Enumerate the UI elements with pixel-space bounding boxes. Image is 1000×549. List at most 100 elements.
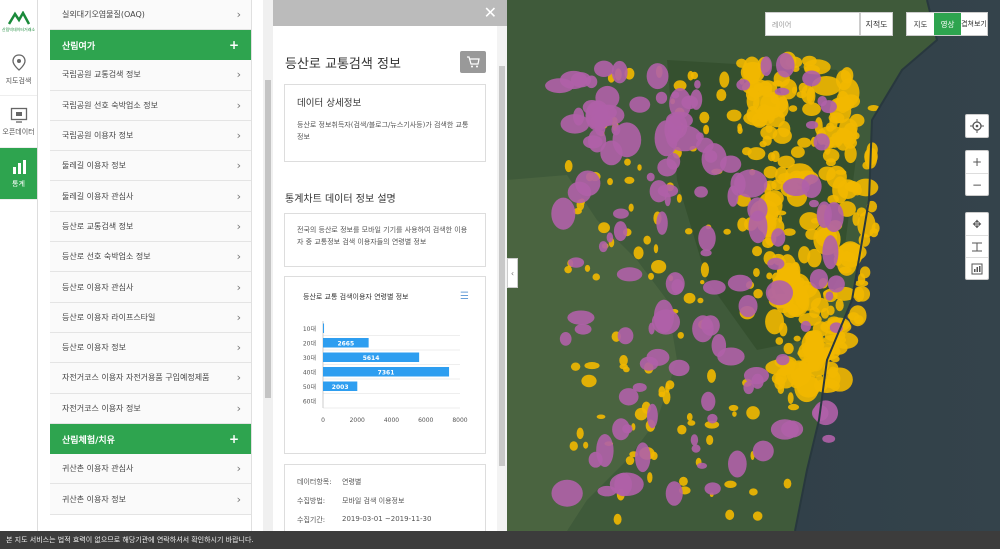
density-blob-yellow	[637, 164, 642, 171]
density-blob-purple	[809, 269, 829, 290]
map-type-map[interactable]: 지도	[907, 13, 934, 35]
close-icon[interactable]: ✕	[484, 3, 497, 22]
panel-collapse-button[interactable]: ‹	[507, 258, 518, 288]
y-tick-label: 40대	[303, 368, 316, 376]
x-tick-label: 0	[321, 417, 325, 424]
density-blob-purple	[598, 241, 608, 253]
chevron-right-icon: ›	[236, 371, 241, 385]
list-item[interactable]: 등산로 선호 숙박업소 정보 ›	[50, 242, 251, 273]
category-header[interactable]: 산림체험/치유 +	[50, 423, 251, 455]
cart-button[interactable]	[460, 51, 486, 73]
density-blob-yellow	[613, 513, 622, 525]
density-blob-purple	[651, 309, 681, 335]
data-label: 5614	[363, 355, 380, 362]
density-blob-yellow	[570, 362, 581, 371]
density-blob-purple	[618, 388, 639, 406]
list-item[interactable]: 국립공원 선호 숙박업소 정보 ›	[50, 90, 251, 121]
map-type-satellite[interactable]: 영상	[934, 13, 961, 35]
zoom-in-button[interactable]: +	[966, 151, 988, 173]
meta-row: 수집기간: 2019-03-01 ~2019-11-30	[297, 515, 473, 525]
density-blob-purple	[743, 366, 770, 385]
map-layer[interactable]	[507, 0, 1000, 531]
density-blob-yellow	[628, 203, 634, 212]
density-blob-yellow	[677, 331, 684, 339]
density-blob-yellow	[749, 488, 758, 496]
density-blob-yellow	[658, 386, 666, 397]
rail-item-statistics[interactable]: 통계	[0, 148, 37, 200]
density-blob-purple	[692, 315, 714, 343]
density-blob-yellow	[777, 155, 795, 169]
search-placeholder: 레이어	[772, 21, 792, 29]
list-item[interactable]: 등산로 교통검색 정보 ›	[50, 211, 251, 243]
report-button[interactable]	[966, 257, 988, 279]
density-blob-yellow	[726, 109, 742, 122]
scrollbar-thumb[interactable]	[499, 66, 505, 466]
list-item[interactable]: 귀산촌 이용자 정보 ›	[50, 484, 251, 515]
ruler-icon	[972, 242, 982, 251]
density-blob-yellow	[650, 451, 658, 461]
menu-scrollbar[interactable]	[263, 0, 273, 531]
density-blob-yellow	[716, 89, 727, 102]
list-item[interactable]: 등산로 이용자 라이프스타일 ›	[50, 302, 251, 333]
rail-item-label: 통계	[12, 179, 25, 188]
list-item[interactable]: 둘레길 이용자 정보 ›	[50, 151, 251, 182]
detail-title: 데이터 상세정보	[297, 98, 362, 109]
list-item[interactable]: 국립공원 이용자 정보 ›	[50, 120, 251, 152]
density-blob-purple	[752, 440, 774, 462]
scrollbar-thumb[interactable]	[265, 80, 271, 398]
cadastral-map-button[interactable]: 지적도	[860, 12, 893, 36]
category-header[interactable]: 산림여가 +	[50, 30, 251, 61]
density-blob-yellow	[791, 86, 797, 94]
chart-report-icon	[971, 263, 983, 274]
crosshair-icon	[970, 119, 984, 133]
density-blob-yellow	[706, 435, 714, 446]
pan-button[interactable]: ✥	[966, 213, 988, 235]
list-item[interactable]: 실외대기오염물질(OAQ) ›	[50, 0, 251, 30]
layer-search-input[interactable]: 레이어	[765, 12, 860, 36]
density-blob-yellow	[690, 71, 699, 80]
density-blob-yellow	[723, 228, 731, 235]
density-blob-purple	[559, 332, 572, 346]
footer-notice: 본 지도 서비스는 법적 효력이 없으므로 해당기관에 연락하셔서 확인하시기 …	[0, 531, 1000, 549]
meta-row: 데이터항목: 연령별	[297, 477, 473, 487]
rail-item-label: 지도검색	[5, 76, 32, 85]
list-item[interactable]: 귀산촌 이용자 관심사 ›	[50, 454, 251, 485]
list-item[interactable]: 국립공원 교통검색 정보 ›	[50, 60, 251, 91]
density-blob-purple	[711, 333, 727, 357]
density-blob-yellow	[787, 403, 800, 411]
menu-group: 귀산촌 이용자 관심사 › 귀산촌 이용자 정보 ›	[50, 454, 251, 515]
chart-container: 등산로 교통 검색이용자 연령별 정보 ☰ 10대 20대 2665 30대 5614 4…	[284, 276, 486, 454]
list-item[interactable]: 자전거코스 이용자 정보 ›	[50, 393, 251, 424]
chevron-right-icon: ›	[236, 159, 241, 173]
density-blob-purple	[635, 442, 651, 473]
list-item[interactable]: 자전거코스 이용자 자전거용품 구입예정제품 ›	[50, 363, 251, 394]
locate-button[interactable]	[966, 115, 988, 137]
density-blob-yellow	[576, 427, 584, 440]
zoom-out-button[interactable]: −	[966, 173, 988, 195]
density-blob-purple	[574, 323, 592, 335]
measure-button[interactable]	[966, 235, 988, 257]
satellite-map[interactable]	[507, 0, 1000, 531]
hamburger-menu-icon[interactable]: ☰	[460, 291, 469, 302]
map-type-overlay[interactable]: 겹쳐보기	[961, 13, 987, 35]
list-item[interactable]: 등산로 이용자 정보 ›	[50, 332, 251, 364]
rail-item-open-data[interactable]: 오픈데이터	[0, 96, 37, 148]
category-title: 산림체험/치유	[62, 435, 115, 446]
logo[interactable]: 산림빅데이터거래소	[0, 0, 37, 44]
density-blob-purple	[696, 462, 708, 469]
density-blob-yellow	[752, 245, 763, 257]
logo-mountain-icon	[7, 11, 30, 25]
density-blob-purple	[734, 169, 768, 198]
panel-scrollbar[interactable]	[497, 26, 507, 531]
density-blob-yellow	[790, 262, 799, 272]
density-blob-purple	[776, 354, 790, 366]
rail-item-map-search[interactable]: 지도검색	[0, 44, 37, 96]
list-item[interactable]: 둘레길 이용자 관심사 ›	[50, 181, 251, 212]
density-blob-yellow	[820, 307, 830, 319]
density-blob-yellow	[798, 246, 811, 264]
density-blob-yellow	[835, 169, 847, 175]
list-item[interactable]: 등산로 이용자 관심사 ›	[50, 272, 251, 303]
density-blob-yellow	[697, 297, 704, 304]
density-blob-yellow	[643, 235, 651, 245]
density-blob-purple	[748, 210, 768, 244]
